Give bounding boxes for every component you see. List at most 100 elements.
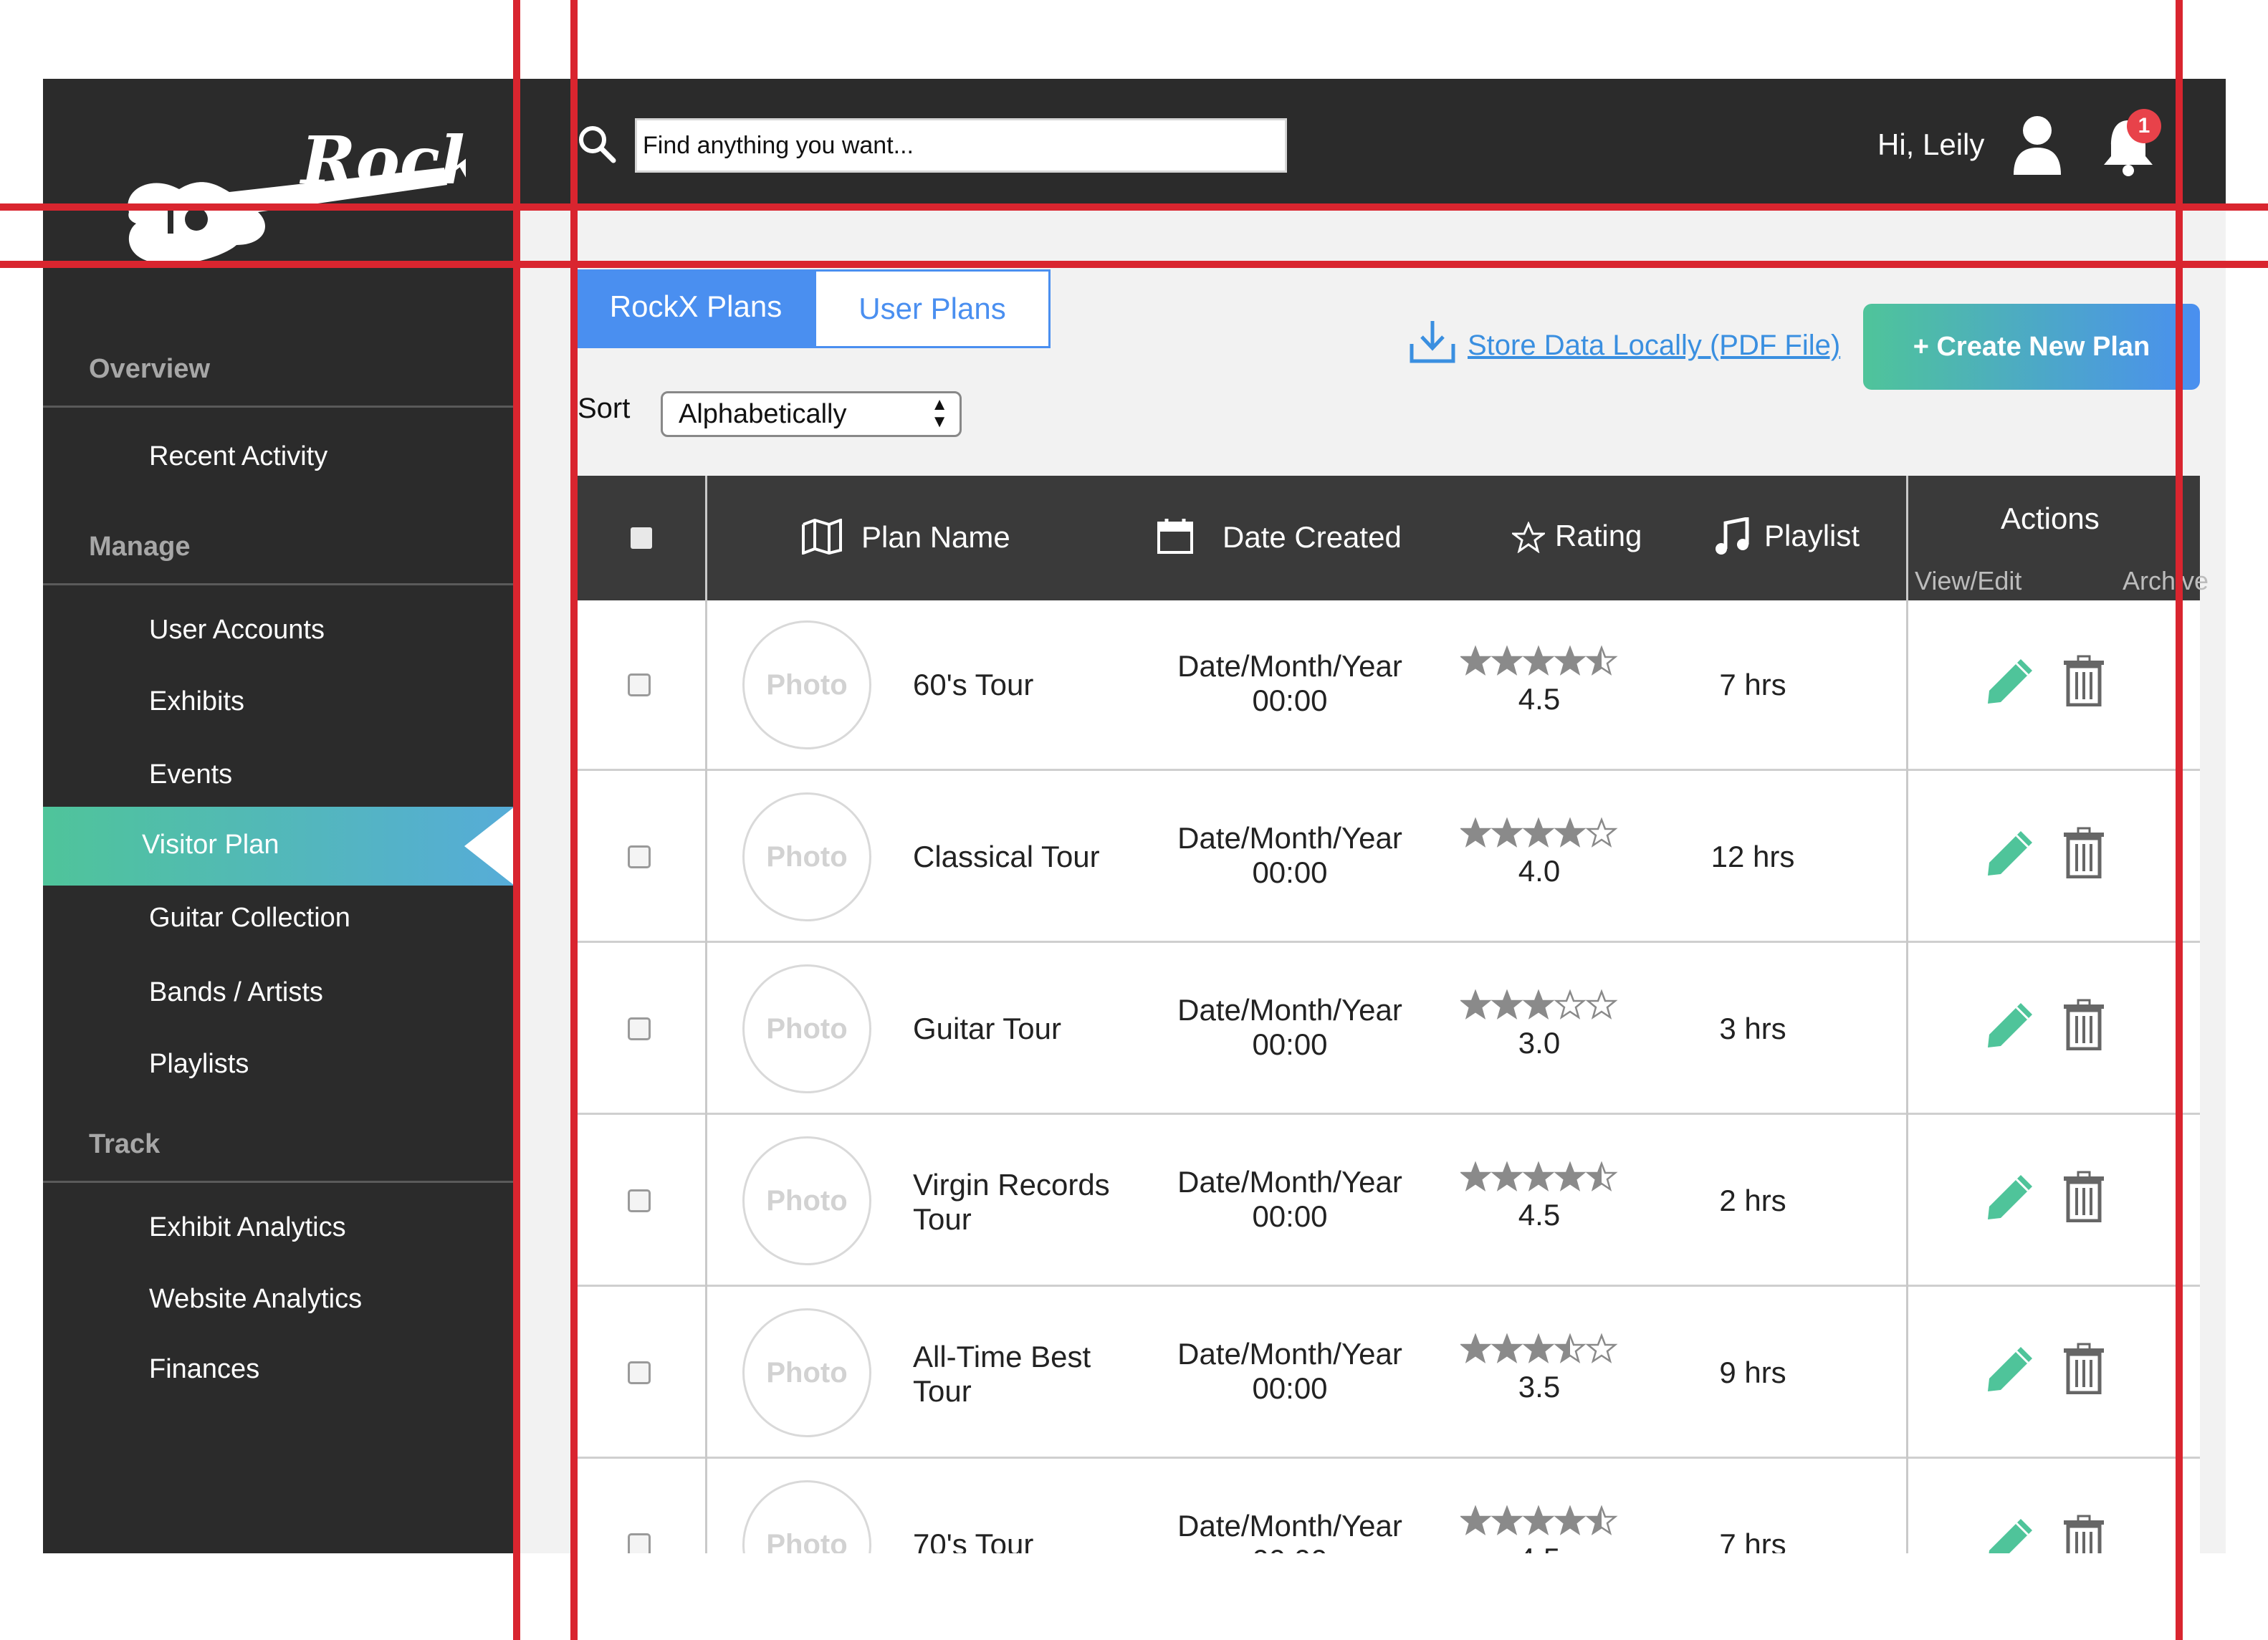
tab-user-plans[interactable]: User Plans bbox=[814, 269, 1051, 348]
search-input[interactable] bbox=[635, 118, 1287, 173]
table-row[interactable]: Photo 70's Tour Date/Month/Year00:00 4.5 7 h… bbox=[578, 1460, 2200, 1553]
plan-name[interactable]: Guitar Tour bbox=[913, 1012, 1128, 1046]
table-row[interactable]: Photo Virgin Records Tour Date/Month/Year 0… bbox=[578, 1116, 2200, 1287]
star-icon bbox=[1491, 989, 1523, 1020]
row-checkbox[interactable] bbox=[628, 1189, 651, 1212]
playlist-duration: 7 hrs bbox=[1719, 1528, 1786, 1553]
plan-name[interactable]: 70's Tour bbox=[913, 1528, 1128, 1553]
star-icon bbox=[1460, 989, 1492, 1020]
playlist-duration: 9 hrs bbox=[1719, 1356, 1786, 1389]
trash-icon[interactable] bbox=[2062, 1343, 2105, 1394]
header-plan-name[interactable]: Plan Name bbox=[861, 520, 1010, 555]
tab-rockx-plans[interactable]: RockX Plans bbox=[578, 269, 814, 348]
create-new-plan-button[interactable]: + Create New Plan bbox=[1863, 304, 2200, 390]
trash-icon[interactable] bbox=[2062, 827, 2105, 878]
download-icon[interactable] bbox=[1407, 318, 1458, 365]
sidebar-item-website-analytics[interactable]: Website Analytics bbox=[149, 1284, 362, 1315]
star-icon bbox=[1585, 645, 1618, 676]
sort-select[interactable]: Alphabetically ▲ ▼ bbox=[661, 391, 962, 437]
playlist-duration: 3 hrs bbox=[1719, 1012, 1786, 1045]
plan-name[interactable]: All-Time Best Tour bbox=[913, 1340, 1128, 1409]
sidebar-item-playlists[interactable]: Playlists bbox=[149, 1049, 249, 1080]
trash-icon[interactable] bbox=[2062, 655, 2105, 706]
star-icon bbox=[1491, 1333, 1523, 1363]
star-icon bbox=[1522, 645, 1555, 676]
pencil-icon[interactable] bbox=[1985, 1344, 2035, 1394]
header-rating[interactable]: Rating bbox=[1555, 519, 1642, 553]
sidebar: RockX Overview Recent Activity Manage Us… bbox=[43, 79, 515, 1553]
rating-stars bbox=[1460, 989, 1618, 1020]
row-checkbox[interactable] bbox=[628, 1361, 651, 1384]
rating-stars bbox=[1460, 645, 1618, 676]
star-icon bbox=[1585, 1161, 1618, 1191]
header-date-created[interactable]: Date Created bbox=[1222, 520, 1402, 555]
sort-label: Sort bbox=[578, 393, 631, 424]
sidebar-item-user-accounts[interactable]: User Accounts bbox=[149, 615, 325, 646]
trash-icon[interactable] bbox=[2062, 999, 2105, 1050]
star-icon bbox=[1512, 522, 1545, 553]
plan-photo: Photo bbox=[742, 1136, 871, 1265]
star-icon bbox=[1554, 1505, 1587, 1535]
user-icon[interactable] bbox=[2011, 115, 2064, 175]
star-icon bbox=[1585, 817, 1618, 848]
rating-value: 3.5 bbox=[1518, 1370, 1561, 1404]
nav-divider bbox=[43, 1181, 515, 1183]
pencil-icon[interactable] bbox=[1985, 656, 2035, 706]
table-row[interactable]: Photo All-Time Best Tour Date/Month/Year 00… bbox=[578, 1288, 2200, 1459]
star-icon bbox=[1554, 989, 1587, 1020]
time-line: 00:00 bbox=[1252, 1199, 1328, 1233]
nav-section-manage: Manage bbox=[89, 532, 191, 562]
plan-name[interactable]: Classical Tour bbox=[913, 840, 1128, 874]
column-divider bbox=[705, 476, 707, 1553]
rating-value: 4.5 bbox=[1518, 682, 1561, 716]
pencil-icon[interactable] bbox=[1985, 828, 2035, 878]
playlist-duration: 7 hrs bbox=[1719, 668, 1786, 701]
sidebar-item-events[interactable]: Events bbox=[149, 759, 232, 790]
row-checkbox[interactable] bbox=[628, 1017, 651, 1040]
rating-value: 3.0 bbox=[1518, 1026, 1561, 1060]
rating-value: 4.5 bbox=[1460, 1542, 1618, 1553]
trash-icon[interactable] bbox=[2062, 1515, 2105, 1553]
nav-divider bbox=[43, 583, 515, 585]
select-all-checkbox[interactable] bbox=[631, 527, 652, 549]
pencil-icon[interactable] bbox=[1985, 1000, 2035, 1050]
user-greeting: Hi, Leily bbox=[1877, 128, 1985, 161]
sidebar-item-exhibits[interactable]: Exhibits bbox=[149, 686, 244, 717]
header-playlist[interactable]: Playlist bbox=[1764, 519, 1860, 553]
column-divider bbox=[1906, 476, 1908, 1553]
time-line: 00:00 bbox=[1252, 1027, 1328, 1061]
plan-photo: Photo bbox=[742, 620, 871, 749]
star-icon bbox=[1460, 817, 1492, 848]
table-row[interactable]: Photo Classical Tour Date/Month/Year 00:00 4… bbox=[578, 772, 2200, 943]
star-icon bbox=[1554, 645, 1587, 676]
row-checkbox[interactable] bbox=[628, 673, 651, 696]
star-icon bbox=[1522, 1161, 1555, 1191]
table-row[interactable]: Photo 60's Tour Date/Month/Year 00:00 4.5 7 h… bbox=[578, 600, 2200, 771]
plan-name[interactable]: 60's Tour bbox=[913, 668, 1128, 702]
store-data-link[interactable]: Store Data Locally (PDF File) bbox=[1468, 330, 1840, 362]
sidebar-item-finances[interactable]: Finances bbox=[149, 1354, 259, 1385]
rating-value: 4.0 bbox=[1518, 854, 1561, 888]
search-icon[interactable] bbox=[575, 122, 618, 165]
sidebar-item-exhibit-analytics[interactable]: Exhibit Analytics bbox=[149, 1212, 346, 1243]
app-window: Hi, Leily 1 RockX Overview Recent Activi… bbox=[43, 79, 2226, 1553]
table-row[interactable]: Photo Guitar Tour Date/Month/Year 00:00 3.0 3… bbox=[578, 944, 2200, 1115]
star-icon bbox=[1491, 1505, 1523, 1535]
date-created: Date/Month/Year00:00 bbox=[1161, 993, 1419, 1062]
plan-name[interactable]: Virgin Records Tour bbox=[913, 1168, 1128, 1237]
star-icon bbox=[1554, 817, 1587, 848]
pencil-icon[interactable] bbox=[1985, 1516, 2035, 1553]
row-checkbox[interactable] bbox=[628, 1533, 651, 1553]
sidebar-item-bands-artists[interactable]: Bands / Artists bbox=[149, 977, 323, 1008]
select-arrows-icon: ▲ ▼ bbox=[931, 395, 948, 431]
sidebar-item-visitor-plan[interactable]: Visitor Plan bbox=[43, 807, 515, 886]
nav-section-track: Track bbox=[89, 1129, 161, 1159]
trash-icon[interactable] bbox=[2062, 1171, 2105, 1222]
pencil-icon[interactable] bbox=[1985, 1172, 2035, 1222]
plan-photo: Photo bbox=[742, 792, 871, 921]
sidebar-item-recent-activity[interactable]: Recent Activity bbox=[149, 441, 327, 472]
star-icon bbox=[1491, 1161, 1523, 1191]
star-icon bbox=[1460, 1505, 1492, 1535]
sidebar-item-guitar-collection[interactable]: Guitar Collection bbox=[149, 903, 350, 934]
row-checkbox[interactable] bbox=[628, 845, 651, 868]
